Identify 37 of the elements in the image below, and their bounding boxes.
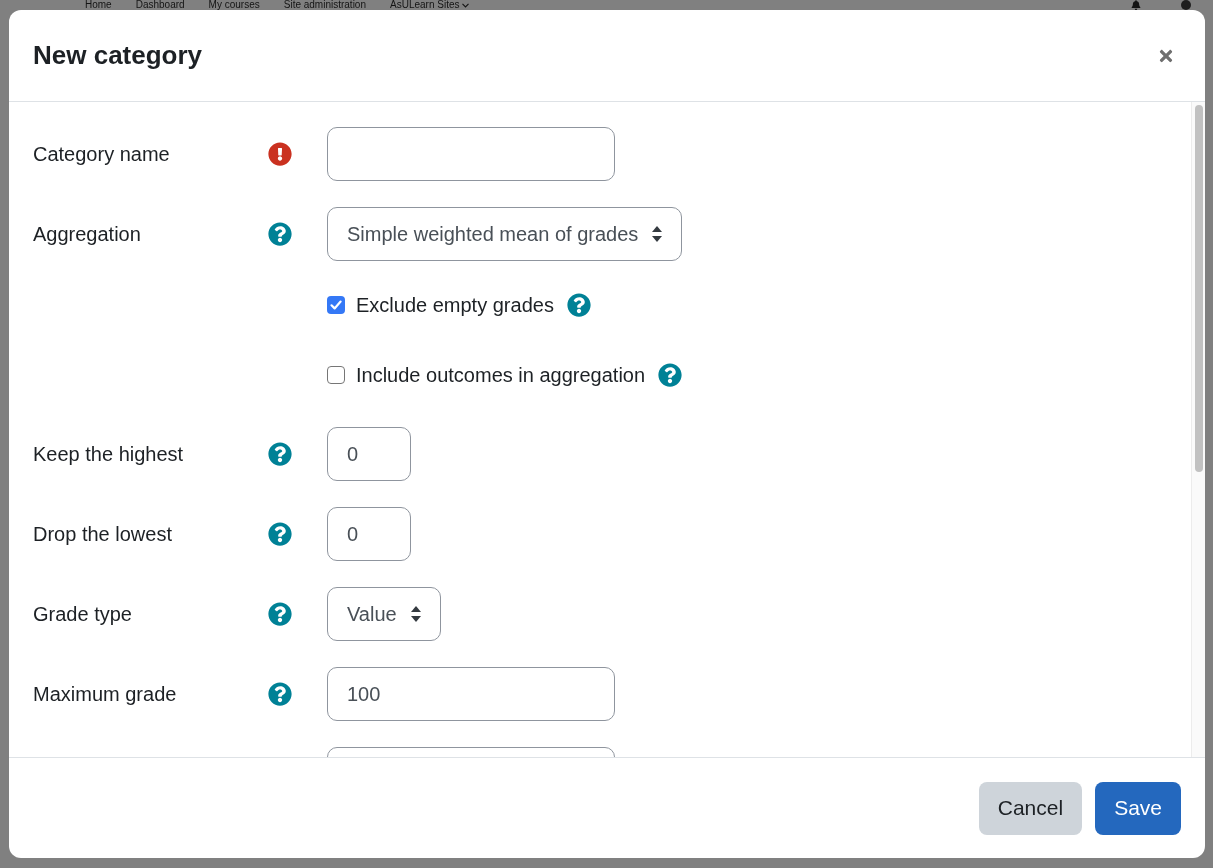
checkbox[interactable]: [327, 366, 345, 384]
up-down-caret-icon: [410, 606, 421, 622]
nav-link[interactable]: Site administration: [283, 0, 366, 10]
checkbox-label: Include outcomes in aggregation: [356, 363, 646, 387]
field-label: Grade type: [33, 602, 132, 626]
input-field[interactable]: 100: [327, 667, 615, 721]
avatar-icon[interactable]: [1181, 0, 1191, 10]
input-field[interactable]: 0: [327, 507, 411, 561]
scrollbar-thumb[interactable]: [1195, 105, 1203, 472]
save-button[interactable]: Save: [1095, 781, 1181, 835]
select-dropdown[interactable]: Simple weighted mean of grades: [327, 207, 683, 261]
nav-link[interactable]: AsULearn Sites: [390, 0, 470, 10]
field-label: Category name: [33, 142, 170, 166]
field-label: Keep the highest: [33, 442, 184, 466]
nav-link[interactable]: Dashboard: [135, 0, 185, 10]
help-icon[interactable]: [268, 522, 292, 546]
help-icon[interactable]: [658, 363, 683, 387]
field-label: Aggregation: [33, 222, 141, 246]
nav-link[interactable]: My courses: [208, 0, 260, 10]
bell-icon[interactable]: [1131, 0, 1141, 10]
dialog-title: New category: [33, 40, 203, 71]
cancel-button[interactable]: Cancel: [978, 781, 1083, 835]
help-icon[interactable]: [268, 442, 292, 466]
help-icon[interactable]: [268, 682, 292, 706]
input-field[interactable]: [327, 127, 615, 181]
field-label: Maximum grade: [33, 682, 177, 706]
field-label: Drop the lowest: [33, 522, 172, 546]
select-dropdown[interactable]: Value: [327, 587, 441, 641]
help-icon[interactable]: [268, 222, 292, 246]
nav-link[interactable]: Home: [85, 0, 112, 10]
help-icon[interactable]: [268, 602, 292, 626]
scrollbar[interactable]: [1191, 102, 1205, 757]
input-field[interactable]: 0: [327, 427, 411, 481]
checkbox[interactable]: [327, 296, 345, 314]
help-icon[interactable]: [566, 293, 591, 317]
checkbox-label: Exclude empty grades: [356, 293, 554, 317]
up-down-caret-icon: [652, 226, 663, 242]
